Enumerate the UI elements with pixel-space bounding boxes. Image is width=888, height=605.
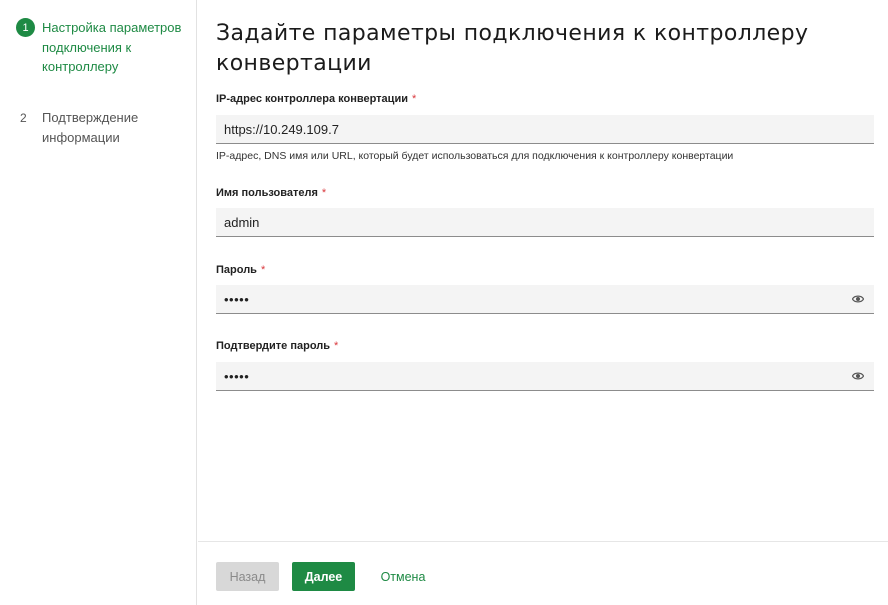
ip-address-input[interactable]: https://10.249.109.7	[216, 115, 874, 144]
required-asterisk: *	[321, 187, 327, 199]
wizard-steps-sidebar: 1 Настройка параметров подключения к кон…	[0, 0, 197, 605]
password-input[interactable]: •••••	[216, 285, 874, 314]
step-1-number: 1	[16, 18, 35, 37]
confirm-password-masked-value: •••••	[224, 368, 250, 384]
eye-icon[interactable]	[852, 371, 864, 381]
page-title: Задайте параметры подключения к контролл…	[216, 21, 809, 76]
required-asterisk: *	[411, 93, 417, 105]
confirm-password-input[interactable]: •••••	[216, 362, 874, 391]
password-field-label: Пароль *	[216, 264, 265, 276]
eye-icon[interactable]	[852, 294, 864, 304]
required-asterisk: *	[260, 264, 266, 276]
username-field-label: Имя пользователя *	[216, 187, 326, 199]
wizard-footer: Назад Далее Отмена	[198, 541, 888, 605]
confirm-password-label-text: Подтвердите пароль	[216, 340, 331, 352]
username-label-text: Имя пользователя	[216, 187, 318, 199]
confirm-password-field-label: Подтвердите пароль *	[216, 340, 338, 352]
username-value: admin	[224, 214, 260, 230]
step-2-label: Подтверждение информации	[42, 110, 139, 145]
password-label-text: Пароль	[216, 264, 257, 276]
main-form-panel: Задайте параметры подключения к контролл…	[198, 0, 888, 605]
ip-field-label: IP-адрес контроллера конвертации *	[216, 93, 416, 105]
step-2-number: 2	[20, 111, 27, 125]
next-button[interactable]: Далее	[292, 562, 355, 591]
back-button[interactable]: Назад	[216, 562, 279, 591]
required-asterisk: *	[334, 340, 339, 352]
password-masked-value: •••••	[224, 291, 250, 307]
username-input[interactable]: admin	[216, 208, 874, 237]
cancel-button[interactable]: Отмена	[368, 562, 438, 591]
ip-address-value: https://10.249.109.7	[224, 121, 339, 137]
ip-helper-text: IP-адрес, DNS имя или URL, который будет…	[216, 150, 734, 162]
step-1-label: Настройка параметров подключения к контр…	[42, 20, 182, 74]
ip-label-text: IP-адрес контроллера конвертации	[216, 93, 408, 105]
